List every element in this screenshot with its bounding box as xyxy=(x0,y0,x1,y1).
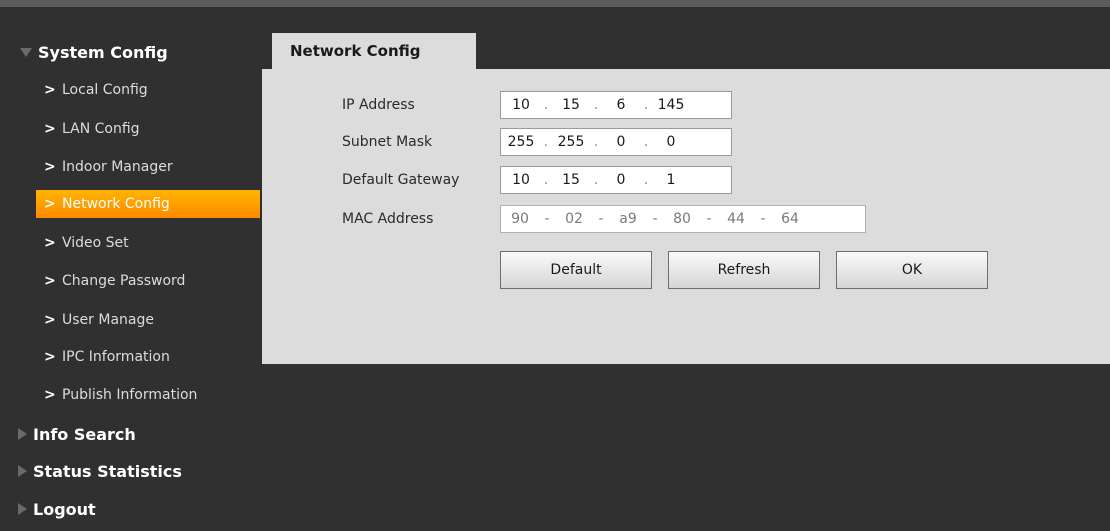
sidebar-item-user-manage[interactable]: > User Manage xyxy=(36,306,260,334)
dot-separator: . xyxy=(643,134,649,150)
sidebar-item-change-password[interactable]: > Change Password xyxy=(36,267,260,295)
sidebar-item-label: Local Config xyxy=(62,82,148,98)
subnet-mask-input[interactable]: 255 . 255 . 0 . 0 xyxy=(500,128,732,156)
gateway-octet[interactable]: 0 xyxy=(601,172,641,188)
default-gateway-row: Default Gateway 10 . 15 . 0 . 1 xyxy=(342,166,732,194)
mac-address-label: MAC Address xyxy=(342,211,434,227)
sidebar-item-label: LAN Config xyxy=(62,121,140,137)
sidebar-item-label: Indoor Manager xyxy=(62,159,173,175)
sidebar-item-local-config[interactable]: > Local Config xyxy=(36,76,260,104)
subnet-octet[interactable]: 0 xyxy=(651,134,691,150)
sidebar-item-label: Network Config xyxy=(62,196,170,212)
subnet-mask-label: Subnet Mask xyxy=(342,134,433,150)
mac-part: 90 xyxy=(511,211,529,227)
sidebar-item-label: User Manage xyxy=(62,312,154,328)
group-label: Info Search xyxy=(33,424,136,444)
tab-label: Network Config xyxy=(290,42,421,60)
ip-octet[interactable]: 6 xyxy=(601,97,641,113)
mac-part: 80 xyxy=(673,211,691,227)
ip-address-row: IP Address 10 . 15 . 6 . 145 xyxy=(342,91,732,119)
dot-separator: . xyxy=(643,97,649,113)
group-label: Status Statistics xyxy=(33,461,182,481)
mac-address-field: 90 - 02 - a9 - 80 - 44 - 64 xyxy=(500,205,866,233)
dot-separator: . xyxy=(543,172,549,188)
group-status-statistics[interactable]: Status Statistics xyxy=(18,456,260,486)
default-button[interactable]: Default xyxy=(500,251,652,289)
top-bar xyxy=(0,0,1110,7)
dash-separator: - xyxy=(706,211,712,227)
network-config-panel: IP Address 10 . 15 . 6 . 145 Subnet Mask… xyxy=(262,69,1110,364)
refresh-button[interactable]: Refresh xyxy=(668,251,820,289)
ip-address-label: IP Address xyxy=(342,97,415,113)
dash-separator: - xyxy=(652,211,658,227)
sidebar-item-indoor-manager[interactable]: > Indoor Manager xyxy=(36,153,260,181)
subnet-octet[interactable]: 0 xyxy=(601,134,641,150)
subnet-octet[interactable]: 255 xyxy=(501,134,541,150)
chevron-right-icon: > xyxy=(44,387,56,403)
sidebar-item-label: IPC Information xyxy=(62,349,170,365)
dash-separator: - xyxy=(760,211,766,227)
sidebar-item-label: Change Password xyxy=(62,273,186,289)
dot-separator: . xyxy=(593,172,599,188)
ok-button[interactable]: OK xyxy=(836,251,988,289)
sidebar-item-lan-config[interactable]: > LAN Config xyxy=(36,115,260,143)
dot-separator: . xyxy=(543,97,549,113)
dot-separator: . xyxy=(543,134,549,150)
chevron-right-icon: > xyxy=(44,121,56,137)
gateway-octet[interactable]: 1 xyxy=(651,172,691,188)
dot-separator: . xyxy=(643,172,649,188)
collapsed-triangle-icon xyxy=(18,503,27,515)
ip-octet[interactable]: 145 xyxy=(651,97,691,113)
dash-separator: - xyxy=(544,211,550,227)
chevron-right-icon: > xyxy=(44,82,56,98)
sidebar-item-video-set[interactable]: > Video Set xyxy=(36,229,260,257)
dot-separator: . xyxy=(593,134,599,150)
default-gateway-input[interactable]: 10 . 15 . 0 . 1 xyxy=(500,166,732,194)
group-logout[interactable]: Logout xyxy=(18,494,260,524)
collapsed-triangle-icon xyxy=(18,465,27,477)
sidebar-item-ipc-information[interactable]: > IPC Information xyxy=(36,343,260,371)
group-label: System Config xyxy=(38,42,168,62)
ip-octet[interactable]: 10 xyxy=(501,97,541,113)
ip-address-input[interactable]: 10 . 15 . 6 . 145 xyxy=(500,91,732,119)
chevron-right-icon: > xyxy=(44,159,56,175)
tab-network-config[interactable]: Network Config xyxy=(272,33,476,69)
gateway-octet[interactable]: 10 xyxy=(501,172,541,188)
chevron-right-icon: > xyxy=(44,273,56,289)
dash-separator: - xyxy=(598,211,604,227)
chevron-right-icon: > xyxy=(44,196,56,212)
mac-part: 44 xyxy=(727,211,745,227)
sidebar-item-network-config[interactable]: > Network Config xyxy=(36,190,260,218)
mac-address-row: MAC Address 90 - 02 - a9 - 80 - 44 - 64 xyxy=(342,205,866,233)
subnet-mask-row: Subnet Mask 255 . 255 . 0 . 0 xyxy=(342,128,732,156)
expanded-triangle-icon xyxy=(20,47,32,57)
group-system-config[interactable]: System Config xyxy=(20,37,260,67)
mac-part: a9 xyxy=(619,211,637,227)
chevron-right-icon: > xyxy=(44,312,56,328)
mac-part: 64 xyxy=(781,211,799,227)
sidebar-item-publish-information[interactable]: > Publish Information xyxy=(36,381,260,409)
mac-part: 02 xyxy=(565,211,583,227)
subnet-octet[interactable]: 255 xyxy=(551,134,591,150)
ip-octet[interactable]: 15 xyxy=(551,97,591,113)
gateway-octet[interactable]: 15 xyxy=(551,172,591,188)
chevron-right-icon: > xyxy=(44,349,56,365)
group-label: Logout xyxy=(33,499,96,519)
default-gateway-label: Default Gateway xyxy=(342,172,460,188)
chevron-right-icon: > xyxy=(44,235,56,251)
sidebar-item-label: Publish Information xyxy=(62,387,198,403)
collapsed-triangle-icon xyxy=(18,428,27,440)
group-info-search[interactable]: Info Search xyxy=(18,419,260,449)
sidebar-item-label: Video Set xyxy=(62,235,129,251)
dot-separator: . xyxy=(593,97,599,113)
